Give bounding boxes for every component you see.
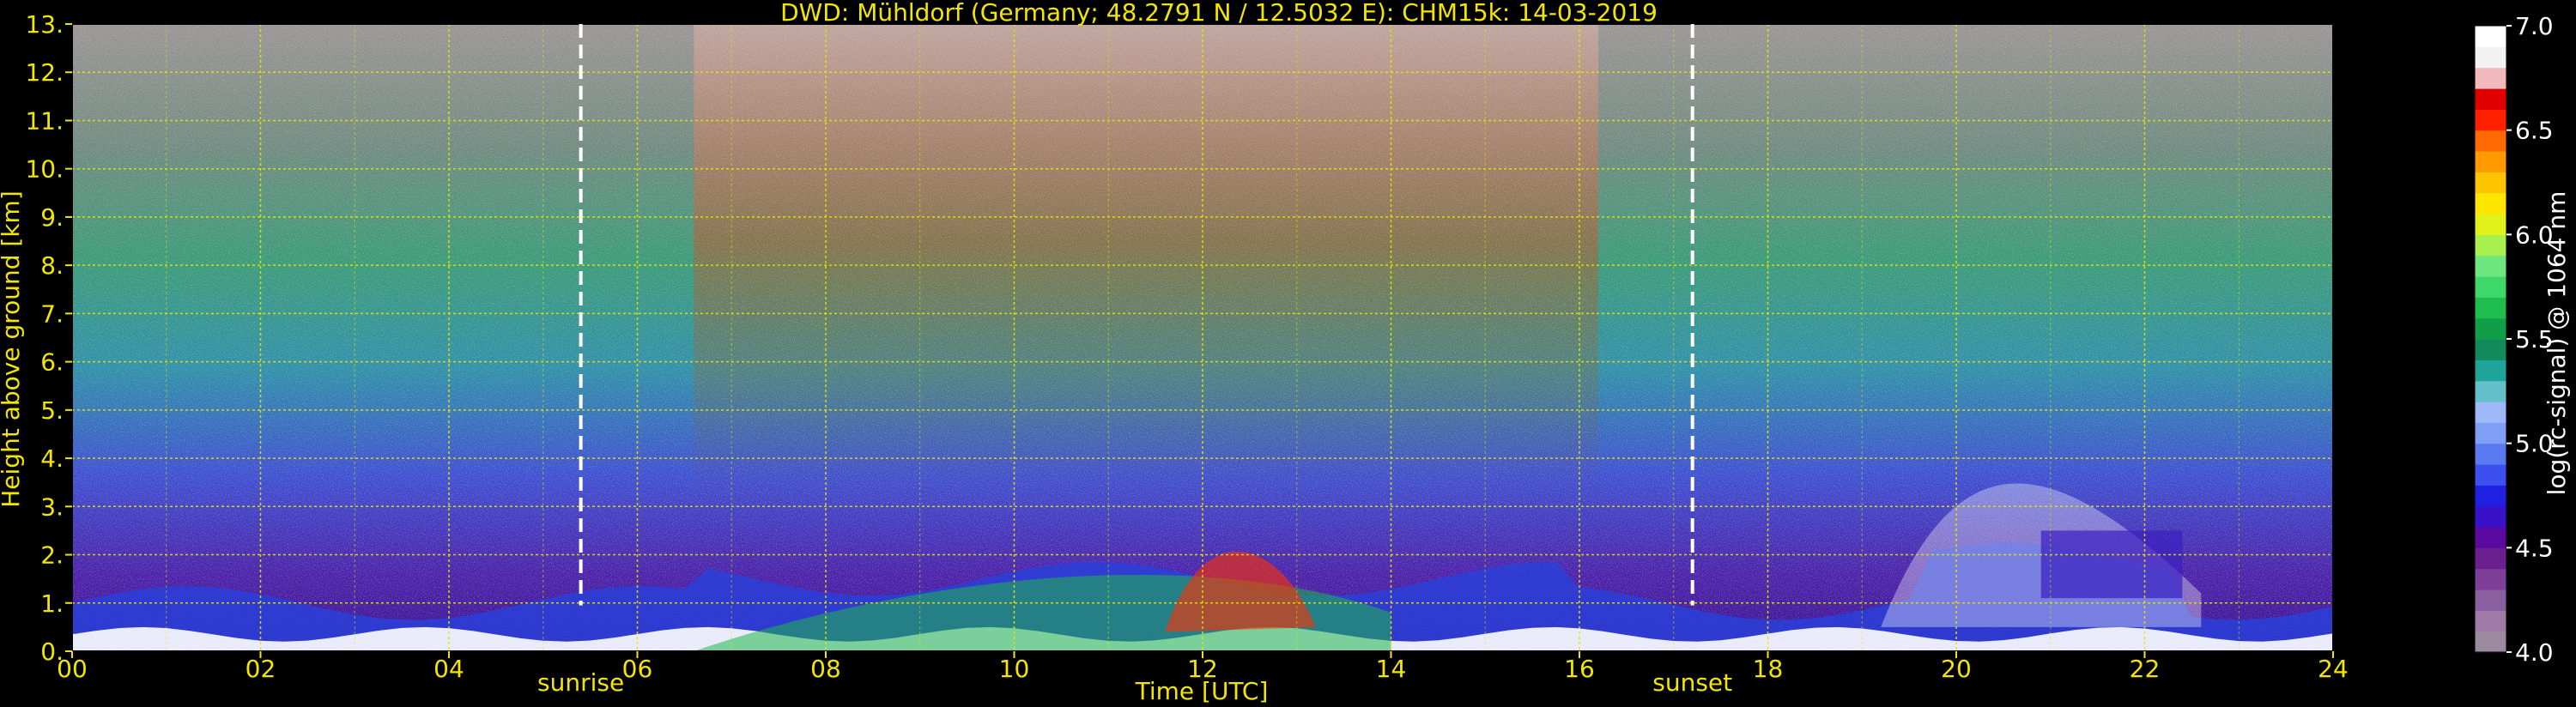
colorbar-segment [2475,109,2506,131]
y-tick-label: 9. [40,203,64,232]
evening-layer [2040,530,2183,599]
y-axis-label: Height above ground [km] [0,190,25,508]
y-tick-label: 6. [40,348,64,377]
colorbar-segment [2475,610,2506,632]
colorbar-tick-label: 7.0 [2515,12,2554,40]
y-tick-label: 1. [40,589,64,618]
colorbar-segment [2475,547,2506,570]
colorbar-segment [2475,631,2506,653]
x-tick-label: 08 [810,655,841,683]
x-tick-label: 24 [2318,655,2349,683]
colorbar-segment [2475,192,2506,215]
colorbar-segment [2475,130,2506,152]
colorbar-segment [2475,485,2506,507]
colorbar-segment [2475,589,2506,611]
colorbar-segment [2475,360,2506,382]
x-tick-label: 02 [245,655,276,683]
sunrise-label: sunrise [537,668,624,697]
colorbar-segment [2475,505,2506,528]
colorbar-segment [2475,26,2506,47]
y-axis: 0.1.2.3.4.5.6.7.8.9.10.11.12.13. [25,10,72,666]
y-tick-label: 4. [40,444,64,473]
sunset-label: sunset [1652,668,1732,697]
x-axis-label: Time [UTC] [1135,677,1269,705]
colorbar-segment [2475,172,2506,194]
x-tick-label: 10 [999,655,1030,683]
x-tick-label: 14 [1376,655,1407,683]
colorbar-tick-label: 4.0 [2515,638,2554,667]
colorbar-segment [2475,297,2506,319]
colorbar: 4.04.55.05.56.06.57.0 [2474,12,2554,667]
x-tick-label: 18 [1753,655,1784,683]
colorbar-label: log(rc-signal) @ 1064 nm [2543,191,2571,496]
y-tick-label: 13. [25,10,64,39]
x-tick-label: 00 [57,655,88,683]
colorbar-segment [2475,380,2506,402]
colorbar-segment [2475,255,2506,277]
x-tick-label: 04 [433,655,464,683]
colorbar-segment [2475,339,2506,360]
colorbar-segment [2475,88,2506,110]
colorbar-segment [2475,67,2506,89]
y-tick-label: 7. [40,299,64,328]
colorbar-segment [2475,276,2506,298]
colorbar-segment [2475,527,2506,548]
colorbar-segment [2475,443,2506,465]
colorbar-segment [2475,234,2506,257]
x-tick-label: 06 [622,655,653,683]
y-tick-label: 10. [25,155,64,184]
colorbar-tick-label: 6.5 [2515,117,2554,145]
colorbar-segment [2475,46,2506,69]
colorbar-segment [2475,464,2506,486]
y-tick-label: 8. [40,251,64,280]
y-tick-label: 12. [25,58,64,87]
y-tick-label: 5. [40,396,64,425]
colorbar-segment [2475,317,2506,340]
ceilometer-chart: sunrise sunset 0.1.2.3.4.5.6.7.8.9.10.11.… [0,0,2571,705]
y-tick-label: 2. [40,541,64,570]
colorbar-segment [2475,568,2506,590]
y-tick-label: 3. [40,492,64,521]
colorbar-segment [2475,422,2506,444]
x-tick-label: 22 [2130,655,2161,683]
colorbar-segment [2475,402,2506,423]
x-tick-label: 16 [1564,655,1595,683]
chart-title: DWD: Mühldorf (Germany; 48.2791 N / 12.5… [780,0,1658,27]
y-tick-label: 11. [25,106,64,135]
colorbar-segment [2475,151,2506,172]
x-tick-label: 20 [1941,655,1972,683]
colorbar-tick-label: 4.5 [2515,534,2554,562]
colorbar-segment [2475,214,2506,235]
